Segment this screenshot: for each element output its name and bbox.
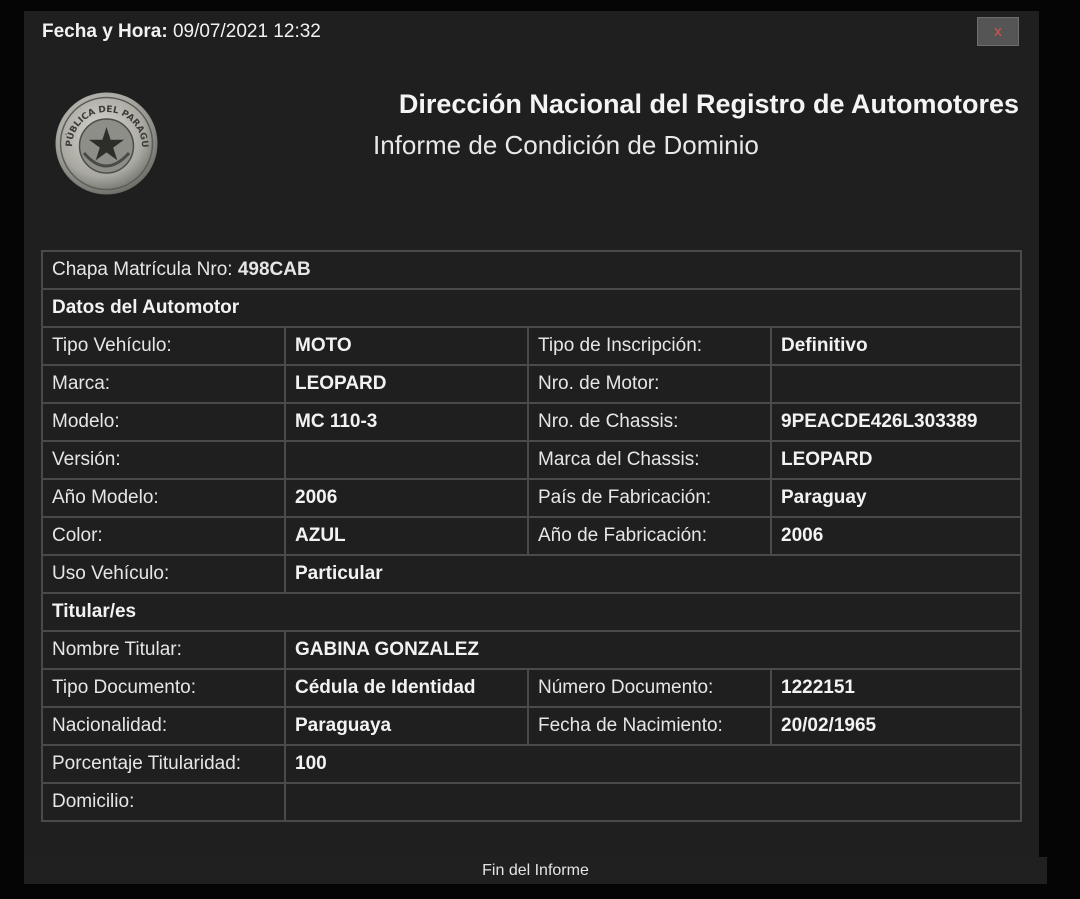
field-label: Fecha de Nacimiento:: [529, 708, 770, 744]
table-row: Nacionalidad: Paraguaya Fecha de Nacimie…: [43, 708, 1021, 744]
datetime-value: 09/07/2021 12:32: [172, 21, 321, 42]
report-dialog: Fecha y Hora: 09/07/2021 12:32 x REPÚBLI…: [24, 11, 1039, 857]
field-value: MC 110-3: [286, 404, 527, 440]
table-row: Nombre Titular: GABINA GONZALEZ: [43, 632, 1021, 668]
table-row: Datos del Automotor: [43, 290, 1021, 326]
page-subtitle: Informe de Condición de Dominio: [373, 130, 759, 160]
field-value: 2006: [286, 480, 527, 516]
field-label: Año de Fabricación:: [529, 518, 770, 554]
field-label: Uso Vehículo:: [43, 556, 284, 592]
field-value: [772, 366, 1021, 402]
field-label: País de Fabricación:: [529, 480, 770, 516]
field-value: AZUL: [286, 518, 527, 554]
field-label: Marca del Chassis:: [529, 442, 770, 478]
field-label: Modelo:: [43, 404, 284, 440]
field-value: Definitivo: [772, 328, 1021, 364]
table-row: Chapa Matrícula Nro: 498CAB: [43, 252, 1021, 288]
table-row: Titular/es: [43, 594, 1021, 630]
field-label: Número Documento:: [529, 670, 770, 706]
section-title-owner: Titular/es: [43, 594, 1021, 630]
table-row: Domicilio:: [43, 784, 1021, 820]
field-label: Domicilio:: [43, 784, 284, 820]
plate-value: 498CAB: [237, 259, 311, 280]
field-value: MOTO: [286, 328, 527, 364]
close-button[interactable]: x: [977, 17, 1019, 46]
table-row: Tipo Documento: Cédula de Identidad Núme…: [43, 670, 1021, 706]
report-footer: Fin del Informe: [24, 857, 1047, 884]
field-label: Nro. de Chassis:: [529, 404, 770, 440]
national-seal-icon: REPÚBLICA DEL PARAGUAY: [54, 91, 158, 195]
field-value: Cédula de Identidad: [286, 670, 527, 706]
field-value: 20/02/1965: [772, 708, 1021, 744]
section-title-vehicle: Datos del Automotor: [43, 290, 1021, 326]
field-label: Nacionalidad:: [43, 708, 284, 744]
field-value: Paraguaya: [286, 708, 527, 744]
page-title: Dirección Nacional del Registro de Autom…: [398, 89, 1019, 119]
field-value: [286, 784, 1021, 820]
table-row: Versión: Marca del Chassis: LEOPARD: [43, 442, 1021, 478]
field-value: LEOPARD: [286, 366, 527, 402]
plate-label: Chapa Matrícula Nro:: [52, 259, 233, 280]
field-value: 1222151: [772, 670, 1021, 706]
field-value: Particular: [286, 556, 1021, 592]
table-row: Año Modelo: 2006 País de Fabricación: Pa…: [43, 480, 1021, 516]
field-label: Porcentaje Titularidad:: [43, 746, 284, 782]
field-label: Color:: [43, 518, 284, 554]
domain-report-table: Chapa Matrícula Nro: 498CAB Datos del Au…: [41, 250, 1023, 822]
table-row: Color: AZUL Año de Fabricación: 2006: [43, 518, 1021, 554]
field-value: 100: [286, 746, 1021, 782]
field-value: 9PEACDE426L303389: [772, 404, 1021, 440]
field-value: LEOPARD: [772, 442, 1021, 478]
field-value: GABINA GONZALEZ: [286, 632, 1021, 668]
table-row: Marca: LEOPARD Nro. de Motor:: [43, 366, 1021, 402]
field-label: Tipo Vehículo:: [43, 328, 284, 364]
field-value: Paraguay: [772, 480, 1021, 516]
table-row: Tipo Vehículo: MOTO Tipo de Inscripción:…: [43, 328, 1021, 364]
field-label: Versión:: [43, 442, 284, 478]
table-row: Porcentaje Titularidad: 100: [43, 746, 1021, 782]
field-label: Nro. de Motor:: [529, 366, 770, 402]
field-label: Nombre Titular:: [43, 632, 284, 668]
table-row: Modelo: MC 110-3 Nro. de Chassis: 9PEACD…: [43, 404, 1021, 440]
field-value: [286, 442, 527, 478]
field-label: Tipo de Inscripción:: [529, 328, 770, 364]
report-datetime: Fecha y Hora: 09/07/2021 12:32: [42, 21, 321, 43]
plate-cell: Chapa Matrícula Nro: 498CAB: [43, 252, 1021, 288]
field-label: Tipo Documento:: [43, 670, 284, 706]
datetime-label: Fecha y Hora:: [42, 21, 168, 42]
field-label: Año Modelo:: [43, 480, 284, 516]
table-row: Uso Vehículo: Particular: [43, 556, 1021, 592]
field-label: Marca:: [43, 366, 284, 402]
field-value: 2006: [772, 518, 1021, 554]
